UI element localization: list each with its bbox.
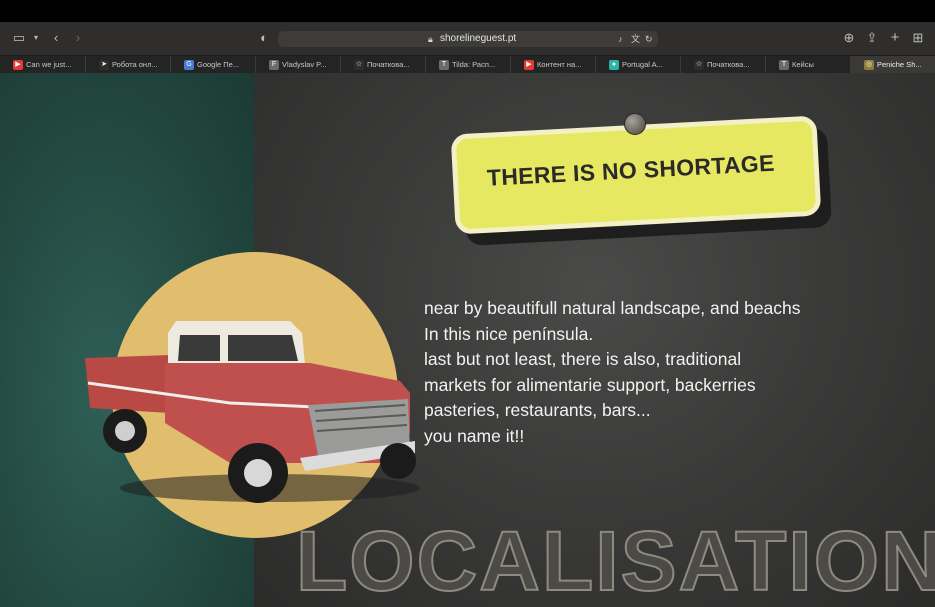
tilda-favicon-icon: T: [439, 60, 449, 70]
screen-top-bar: [0, 0, 935, 22]
tab-label: Робота онл...: [112, 60, 158, 69]
tilda-favicon-icon: T: [779, 60, 789, 70]
plane-favicon-icon: ➤: [99, 60, 109, 70]
shield-icon[interactable]: ◐: [256, 30, 272, 46]
tab-overview-icon[interactable]: ⊞: [910, 30, 926, 46]
section-title: LOCALISATION: [295, 514, 935, 607]
tab-label: Peniche Sh...: [877, 60, 922, 69]
tab-label: Vladyslav P...: [282, 60, 327, 69]
download-icon[interactable]: ⊕: [841, 30, 857, 46]
share-icon[interactable]: ⇪: [864, 30, 880, 46]
youtube-favicon-icon: ▶: [524, 60, 534, 70]
lock-icon: 🔒︎: [428, 34, 433, 44]
url-text: shorelineguest.pt: [440, 33, 517, 44]
description-paragraph: near by beautifull natural landscape, an…: [424, 296, 801, 449]
site-favicon-icon: ◎: [864, 60, 874, 70]
pushpin-icon: [624, 113, 646, 135]
tab-label: Початкова...: [707, 60, 750, 69]
paragraph-line: near by beautifull natural landscape, an…: [424, 298, 801, 318]
tab-9[interactable]: T Кейсы: [765, 56, 850, 74]
translate-icon[interactable]: 文: [631, 31, 640, 47]
tab-6[interactable]: ▶ Контент на...: [510, 56, 595, 74]
paragraph-line: last but not least, there is also, tradi…: [424, 349, 742, 369]
new-tab-icon[interactable]: +: [887, 30, 903, 46]
tab-label: Can we just...: [26, 60, 72, 69]
back-icon[interactable]: ‹: [48, 30, 64, 46]
paragraph-line: pasteries, restaurants, bars...: [424, 400, 651, 420]
tab-label: Початкова...: [367, 60, 410, 69]
tab-0[interactable]: ▶ Can we just...: [0, 56, 85, 74]
star-favicon-icon: ☆: [694, 60, 704, 70]
paragraph-line: In this nice península.: [424, 323, 594, 344]
tab-label: Контент на...: [537, 60, 582, 69]
tab-5[interactable]: T Tilda: Расп...: [425, 56, 510, 74]
address-bar[interactable]: 🔒︎ shorelineguest.pt ♪ 文 ↻: [278, 31, 658, 47]
tab-label: Google Пе...: [197, 60, 240, 69]
tab-3[interactable]: F Vladyslav P...: [255, 56, 340, 74]
star-favicon-icon: ☆: [354, 60, 364, 70]
tab-label: Tilda: Расп...: [452, 60, 496, 69]
f-favicon-icon: F: [269, 60, 279, 70]
sidebar-icon[interactable]: ▭: [11, 30, 27, 46]
pickup-truck-image: [85, 321, 420, 503]
tab-1[interactable]: ➤ Робота онл...: [85, 56, 170, 74]
circle-favicon-icon: ●: [609, 60, 619, 70]
chevron-down-icon[interactable]: ▾: [28, 30, 44, 46]
tab-10-active[interactable]: ◎ Peniche Sh...: [850, 56, 935, 74]
web-page: THERE IS NO SHORTAGE near by beautifull …: [0, 73, 935, 607]
tab-label: Кейсы: [792, 60, 814, 69]
paragraph-line: you name it!!: [424, 425, 525, 446]
tab-7[interactable]: ● Portugal A...: [595, 56, 680, 74]
tab-4[interactable]: ☆ Початкова...: [340, 56, 425, 74]
tab-label: Portugal A...: [622, 60, 663, 69]
google-favicon-icon: G: [184, 60, 194, 70]
forward-icon[interactable]: ›: [70, 30, 86, 46]
youtube-favicon-icon: ▶: [13, 60, 23, 70]
reload-icon[interactable]: ↻: [645, 31, 653, 47]
audio-icon[interactable]: ♪: [618, 31, 623, 47]
tab-2[interactable]: G Google Пе...: [170, 56, 255, 74]
tab-bar: ▶ Can we just... ➤ Робота онл... G Googl…: [0, 55, 935, 74]
paragraph-line: markets for alimentarie support, backerr…: [424, 374, 756, 395]
tab-8[interactable]: ☆ Початкова...: [680, 56, 765, 74]
